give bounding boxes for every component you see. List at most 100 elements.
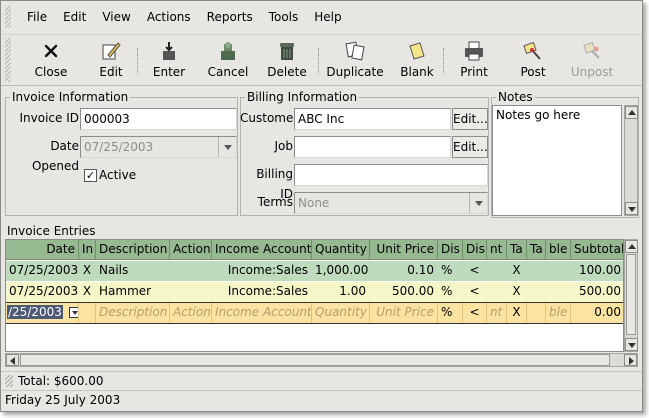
row-tax-included — [527, 261, 546, 281]
enter-button[interactable]: Enter — [138, 35, 200, 85]
column-header-discount: nt — [487, 240, 507, 260]
toolbar-grip[interactable] — [5, 38, 11, 82]
terms-dropdown-icon[interactable] — [469, 193, 487, 213]
scroll-up-icon[interactable] — [625, 106, 638, 119]
column-header-description: Description — [96, 240, 170, 260]
print-button[interactable]: Print — [444, 35, 504, 85]
blank-discount-how[interactable]: < — [463, 303, 487, 323]
cancel-button[interactable]: Cancel — [200, 35, 256, 85]
status-bar: Friday 25 July 2003 — [1, 390, 642, 410]
menu-reports[interactable]: Reports — [199, 7, 261, 27]
blank-unit-price[interactable]: Unit Price — [370, 303, 438, 323]
customer-edit-button[interactable]: Edit... — [452, 108, 488, 130]
row-unit-price: 500.00 — [392, 284, 434, 298]
post-button[interactable]: Post — [504, 35, 562, 85]
row-tax-table — [546, 261, 571, 281]
edit-label: Edit — [99, 65, 123, 79]
blank-date-cell[interactable]: /25/2003 — [6, 303, 79, 323]
print-label: Print — [460, 65, 488, 79]
row-invoiced: X — [82, 263, 92, 277]
register-horizontal-scrollbar[interactable] — [5, 353, 638, 367]
blank-tax-table[interactable]: ble — [546, 303, 571, 323]
table-row[interactable]: 07/25/2003 X Nails Income:Sales 1,000.00… — [6, 261, 623, 281]
date-opened-input[interactable]: 07/25/2003 — [80, 136, 237, 158]
blank-description[interactable]: Description — [96, 303, 170, 323]
menu-tools[interactable]: Tools — [261, 7, 307, 27]
duplicate-label: Duplicate — [326, 65, 384, 79]
column-header-action: Action — [170, 240, 212, 260]
register-horizontal-thumb[interactable] — [20, 354, 610, 366]
customer-label: Customer — [240, 111, 299, 125]
date-picker-dropdown-icon[interactable] — [218, 137, 236, 157]
enter-label: Enter — [152, 65, 186, 79]
edit-button[interactable]: Edit — [85, 35, 137, 85]
blank-income-account[interactable]: Income Account — [212, 303, 312, 323]
cancel-label: Cancel — [207, 65, 249, 79]
row-date: 07/25/2003 — [9, 263, 79, 277]
row-date: 07/25/2003 — [9, 284, 79, 298]
close-button[interactable]: Close — [17, 35, 85, 85]
billing-information-title: Billing Information — [245, 89, 360, 105]
row-description: Nails — [99, 263, 129, 277]
terms-select[interactable]: None — [294, 192, 488, 214]
unpost-button[interactable]: Unpost — [562, 35, 622, 85]
menu-view[interactable]: View — [94, 7, 138, 27]
row-taxable: X — [512, 284, 521, 298]
customer-input[interactable]: ABC Inc — [294, 108, 451, 130]
billing-id-input[interactable] — [294, 164, 488, 186]
blank-tax-included[interactable] — [527, 303, 546, 323]
notes-textarea[interactable]: Notes go here — [492, 105, 622, 216]
blank-invoiced[interactable] — [79, 303, 96, 323]
duplicate-button[interactable]: Duplicate — [319, 35, 391, 85]
invoice-id-input[interactable]: 000003 — [80, 108, 237, 130]
job-edit-button[interactable]: Edit... — [452, 136, 488, 158]
row-subtotal: 500.00 — [579, 284, 621, 298]
scroll-down-icon[interactable] — [625, 202, 638, 215]
scroll-left-icon[interactable] — [6, 354, 19, 366]
table-row[interactable]: 07/25/2003 X Hammer Income:Sales 1.00 50… — [6, 282, 623, 302]
register-vertical-scrollbar[interactable] — [624, 239, 638, 352]
menubar-grip[interactable] — [5, 5, 11, 28]
date-opened-label: Date Opened — [31, 139, 79, 173]
column-header-tax-included: Ta — [527, 240, 546, 260]
blank-discount-type[interactable]: % — [438, 303, 463, 323]
menu-actions[interactable]: Actions — [139, 7, 199, 27]
menu-help[interactable]: Help — [306, 7, 349, 27]
invoice-entries-title: Invoice Entries — [5, 223, 98, 239]
row-discount — [487, 261, 507, 281]
scroll-right-icon[interactable] — [624, 354, 637, 366]
row-tax-table — [546, 282, 571, 302]
row-income-account: Income:Sales — [227, 284, 308, 298]
blank-button[interactable]: Blank — [391, 35, 443, 85]
delete-button[interactable]: Delete — [256, 35, 318, 85]
row-quantity: 1,000.00 — [315, 263, 369, 277]
row-income-account: Income:Sales — [227, 263, 308, 277]
blank-entry-row[interactable]: /25/2003 Description Action Income Accou… — [6, 302, 623, 324]
row-unit-price: 0.10 — [407, 263, 434, 277]
menu-edit[interactable]: Edit — [55, 7, 94, 27]
blank-discount[interactable]: nt — [487, 303, 507, 323]
register-header: Date In Description Action Income Accoun… — [6, 240, 623, 260]
date-dropdown-icon[interactable] — [68, 307, 78, 318]
blank-action[interactable]: Action — [170, 303, 212, 323]
blank-taxable[interactable]: X — [507, 303, 527, 323]
delete-label: Delete — [267, 65, 307, 79]
blank-quantity[interactable]: Quantity — [312, 303, 370, 323]
summary-bar: Total: $600.00 — [1, 371, 642, 391]
unpost-label: Unpost — [570, 65, 614, 79]
scroll-down-icon[interactable] — [625, 338, 638, 351]
summary-bar-grip[interactable] — [5, 375, 13, 387]
scroll-up-icon[interactable] — [625, 240, 638, 253]
row-discount-type: % — [441, 284, 453, 298]
register-vertical-thumb[interactable] — [626, 254, 636, 335]
toolbar: Close Edit Enter Cancel Delete Duplicate… — [1, 34, 642, 86]
trash-icon — [275, 39, 299, 63]
menu-file[interactable]: File — [19, 7, 55, 27]
duplicate-icon — [343, 39, 367, 63]
notes-scrollbar[interactable] — [624, 105, 638, 216]
blank-subtotal: 0.00 — [571, 303, 623, 323]
column-header-discount-how: Dis — [463, 240, 487, 260]
job-input[interactable] — [294, 136, 451, 158]
active-checkbox[interactable]: ✓ — [84, 169, 97, 182]
row-discount-how: < — [469, 263, 480, 277]
